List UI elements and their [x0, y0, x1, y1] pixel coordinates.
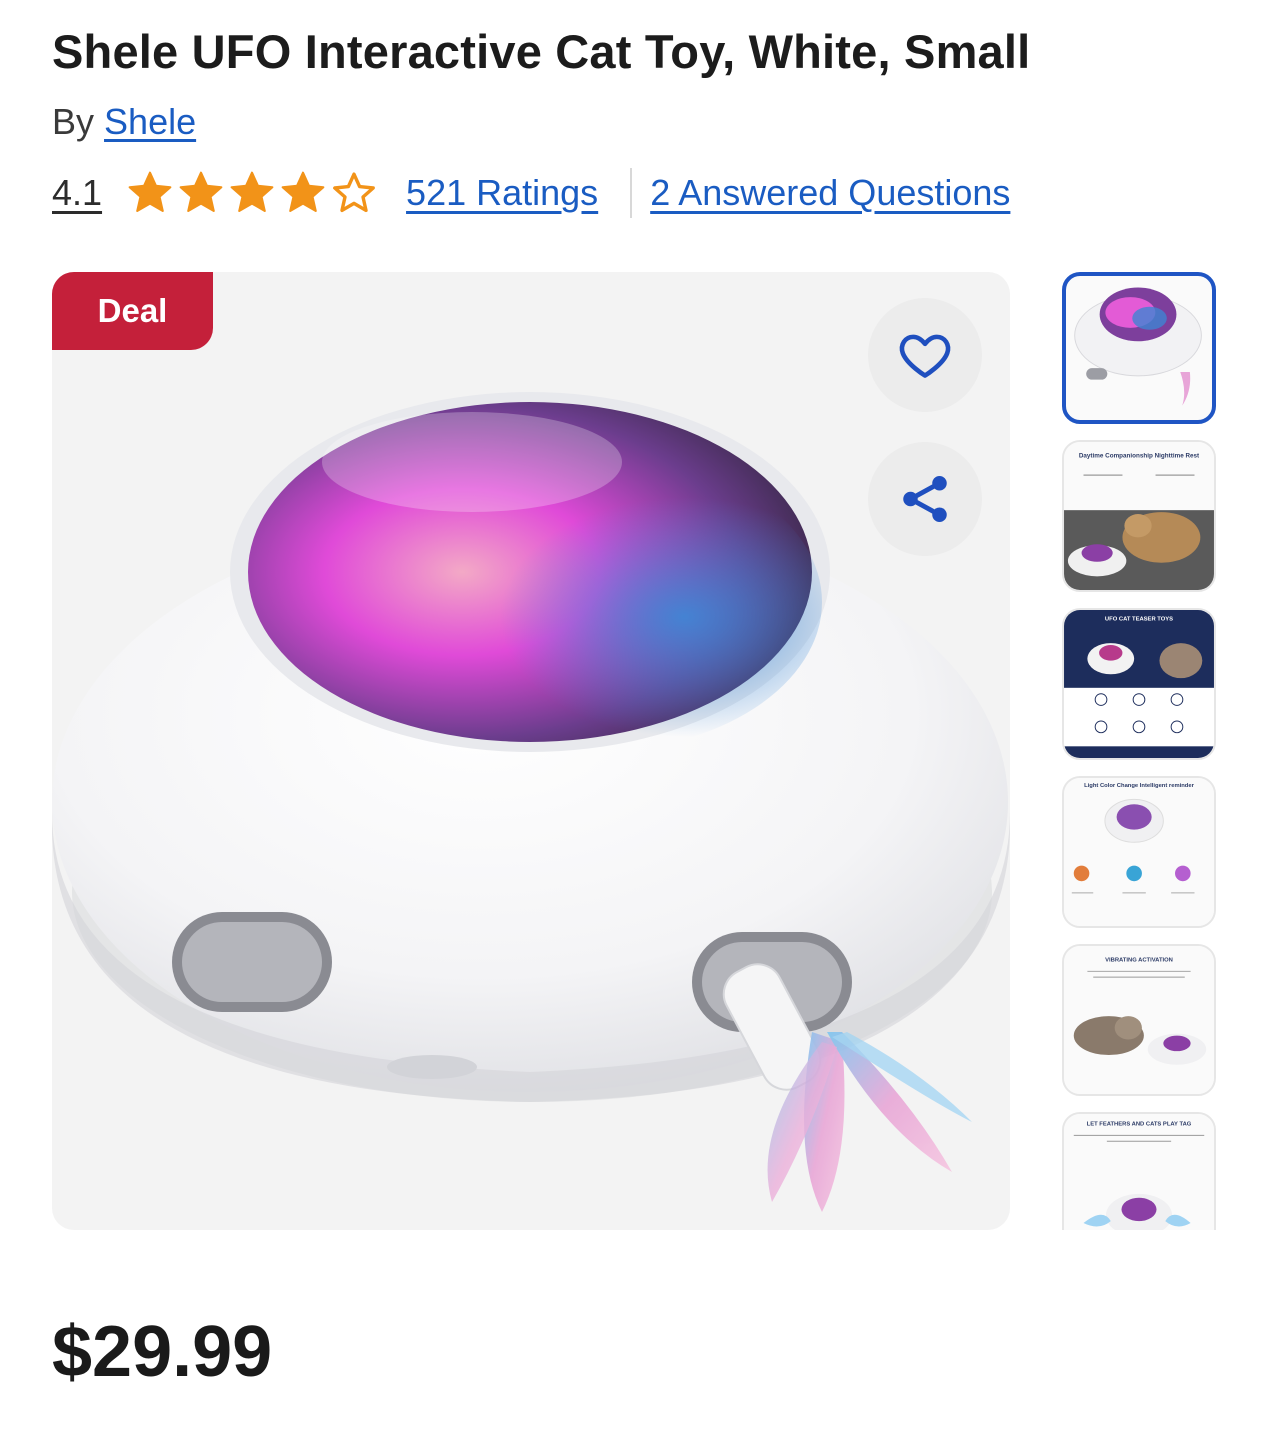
- thumbnail-5-caption: VIBRATING ACTIVATION: [1105, 958, 1173, 964]
- star-icon: [179, 171, 223, 212]
- thumbnail-6[interactable]: LET FEATHERS AND CATS PLAY TAG: [1062, 1112, 1216, 1230]
- thumbnail-5[interactable]: VIBRATING ACTIVATION: [1062, 944, 1216, 1096]
- thumbnail-3-caption: UFO CAT TEASER TOYS: [1105, 617, 1173, 623]
- divider: [630, 168, 633, 218]
- ufo-toy-illustration: [52, 392, 1010, 1212]
- thumbnail-3[interactable]: UFO CAT TEASER TOYS: [1062, 608, 1216, 760]
- favorite-button[interactable]: [868, 298, 982, 412]
- main-product-image[interactable]: [52, 272, 1010, 1230]
- thumbnail-2-caption: Daytime Companionship Nighttime Rest: [1079, 453, 1200, 460]
- thumb-vibrating-image: VIBRATING ACTIVATION: [1064, 946, 1214, 1094]
- thumbnail-strip: Daytime Companionship Nighttime Rest UFO…: [1062, 272, 1216, 1230]
- thumb-cat-sleep-image: Daytime Companionship Nighttime Rest: [1064, 442, 1214, 590]
- byline: By Shele: [52, 100, 196, 144]
- product-title: Shele UFO Interactive Cat Toy, White, Sm…: [52, 25, 1031, 78]
- star-icon: [128, 171, 172, 212]
- thumb-color-modes-image: Light Color Change Intelligent reminder: [1064, 778, 1214, 926]
- heart-icon: [899, 334, 951, 378]
- thumbnail-6-caption: LET FEATHERS AND CATS PLAY TAG: [1087, 1122, 1192, 1128]
- thumbnail-4[interactable]: Light Color Change Intelligent reminder: [1062, 776, 1216, 928]
- rating-value[interactable]: 4.1: [52, 172, 102, 214]
- thumbnail-2[interactable]: Daytime Companionship Nighttime Rest: [1062, 440, 1216, 592]
- brand-link[interactable]: Shele: [104, 101, 196, 142]
- star-rating: [126, 169, 378, 217]
- share-icon: [903, 476, 947, 522]
- share-button[interactable]: [868, 442, 982, 556]
- thumbnail-1[interactable]: [1062, 272, 1216, 424]
- thumb-features-image: UFO CAT TEASER TOYS: [1064, 610, 1214, 758]
- star-icon: [281, 171, 325, 212]
- deal-badge: Deal: [52, 272, 213, 350]
- thumbnail-4-caption: Light Color Change Intelligent reminder: [1084, 783, 1194, 789]
- star-icon: [230, 171, 274, 212]
- thumb-ufo-image: [1074, 287, 1202, 406]
- answered-questions-link[interactable]: 2 Answered Questions: [650, 172, 1010, 214]
- star-outline-icon: [333, 172, 375, 213]
- by-label: By: [52, 101, 95, 142]
- thumb-feathers-image: LET FEATHERS AND CATS PLAY TAG: [1064, 1114, 1214, 1230]
- price: $29.99: [52, 1312, 273, 1392]
- ratings-link[interactable]: 521 Ratings: [406, 172, 598, 214]
- rating-row: 4.1 521 Ratings 2 Answered Questions: [52, 166, 1010, 220]
